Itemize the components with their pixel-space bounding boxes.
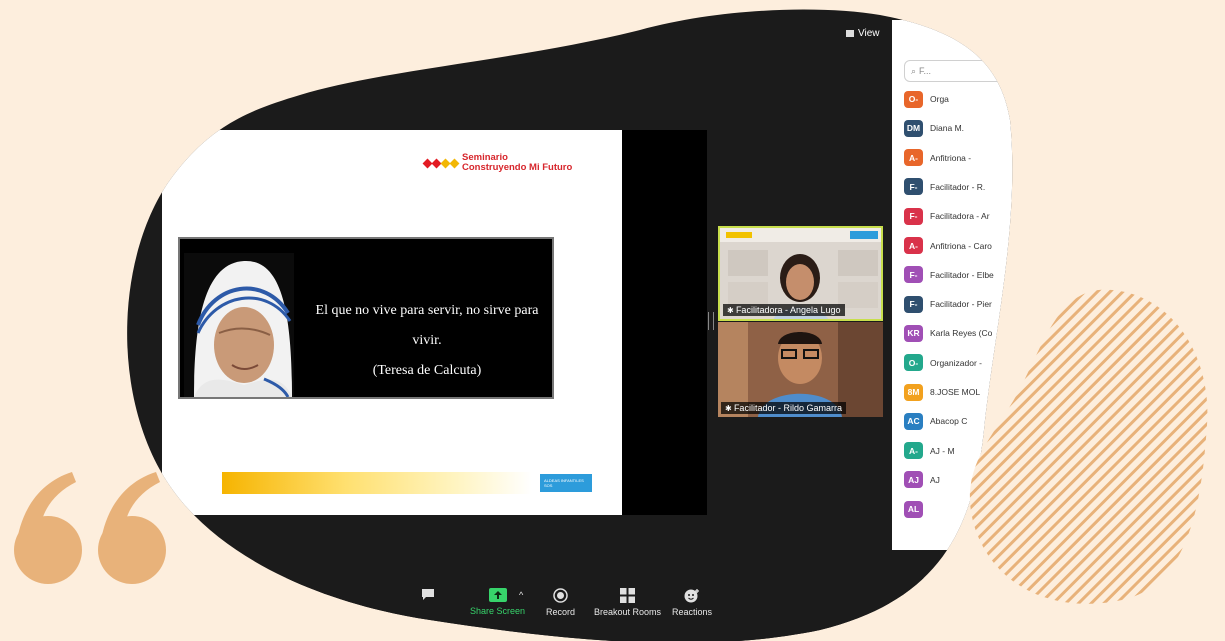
video-tile-name-angela: ✱ Facilitadora - Angela Lugo (723, 304, 845, 316)
breakout-rooms-icon (594, 588, 661, 603)
video-tile-rildo[interactable]: ✱ Facilitador - Rildo Gamarra (718, 322, 883, 417)
avatar: KR (904, 325, 923, 342)
chat-icon (420, 588, 436, 602)
participant-name: Anfitriona - Caro (930, 240, 992, 251)
participant-row[interactable]: DM Diana M. (904, 119, 964, 137)
participant-name: Anfitriona - (930, 152, 972, 163)
portrait-image (184, 253, 294, 397)
sos-badge: ALDEAS INFANTILES SOS (540, 474, 592, 492)
page: View Seminario Construyendo Mi Futuro El… (0, 0, 1225, 641)
avatar: F- (904, 296, 923, 313)
reactions-button[interactable]: Reactions (672, 588, 712, 617)
avatar: A- (904, 442, 923, 459)
participant-row[interactable]: A- Anfitriona - Caro (904, 237, 992, 255)
participant-row[interactable]: A- AJ - M (904, 442, 955, 460)
striped-decoration (969, 289, 1208, 604)
share-screen-button[interactable]: Share Screen (470, 588, 525, 616)
pin-icon: ✱ (727, 306, 736, 315)
record-icon (546, 588, 575, 603)
avatar: AL (904, 501, 923, 518)
avatar: A- (904, 237, 923, 254)
sos-badge-text: ALDEAS INFANTILES SOS (544, 478, 584, 488)
quote-card: El que no vive para servir, no sirve par… (178, 237, 554, 399)
quote-mark-icon (14, 472, 166, 584)
participant-row[interactable]: O- Orga (904, 90, 949, 108)
slide-footer-bar (222, 472, 532, 494)
avatar: O- (904, 354, 923, 371)
record-label: Record (546, 607, 576, 617)
avatar: F- (904, 178, 923, 195)
view-button-label: View (858, 28, 880, 39)
participant-name: Facilitador - R. (930, 181, 986, 192)
participant-name: AJ (930, 474, 940, 485)
participant-row[interactable]: A- Anfitriona - (904, 149, 971, 167)
avatar: A- (904, 149, 923, 166)
avatar: AC (904, 413, 923, 430)
participant-row[interactable]: AL (904, 500, 930, 518)
seminar-logo: Seminario Construyendo Mi Futuro (424, 153, 572, 173)
avatar: DM (904, 120, 923, 137)
video-tile-name-rildo: ✱ Facilitador - Rildo Gamarra (721, 402, 846, 414)
share-side-panel (622, 130, 707, 515)
participant-row[interactable]: F- Facilitador - R. (904, 178, 985, 196)
quote-line-1: El que no vive para servir, no sirve par… (315, 303, 539, 348)
participant-row[interactable]: F- Facilitadora - Ar (904, 207, 990, 225)
grid-icon (846, 30, 854, 37)
participant-row[interactable]: AC Abacop C (904, 412, 967, 430)
avatar: O- (904, 91, 923, 108)
participant-name: Facilitadora - Ar (930, 211, 990, 222)
avatar: 8M (904, 384, 923, 401)
participant-name: AJ - M (930, 445, 955, 456)
smiley-icon (672, 588, 712, 603)
video-tile-angela[interactable]: ✱ Facilitadora - Angela Lugo (718, 226, 883, 321)
chat-button[interactable] (420, 588, 436, 606)
shared-slide: Seminario Construyendo Mi Futuro El que … (162, 130, 622, 515)
search-icon: ⌕ (911, 65, 917, 76)
view-button[interactable]: View (846, 28, 880, 39)
reactions-label: Reactions (672, 607, 713, 617)
avatar: AJ (904, 471, 923, 488)
participant-name: Orga (930, 94, 949, 104)
participant-name: Diana M. (930, 123, 965, 134)
breakout-rooms-button[interactable]: Breakout Rooms (594, 588, 661, 617)
share-screen-label: Share Screen (470, 606, 526, 616)
logo-mark-icon (424, 160, 458, 167)
share-screen-icon (470, 588, 525, 602)
search-placeholder: F... (919, 66, 932, 76)
share-options-chevron[interactable]: ^ (519, 590, 523, 600)
participant-row[interactable]: AJ AJ (904, 471, 940, 489)
chevron-up-icon: ^ (519, 590, 524, 600)
avatar: F- (904, 208, 923, 225)
record-button[interactable]: Record (546, 588, 575, 617)
breakout-rooms-label: Breakout Rooms (594, 607, 662, 617)
panel-splitter-handle[interactable] (708, 312, 714, 330)
logo-line-2: Construyendo Mi Futuro (462, 162, 573, 173)
participant-row[interactable]: F- Facilitador - Elbe (904, 266, 994, 284)
participant-name: Facilitador - Elbe (930, 269, 994, 280)
avatar: F- (904, 266, 923, 283)
quote-line-2: (Teresa de Calcuta) (372, 363, 482, 378)
pin-icon: ✱ (725, 404, 734, 413)
